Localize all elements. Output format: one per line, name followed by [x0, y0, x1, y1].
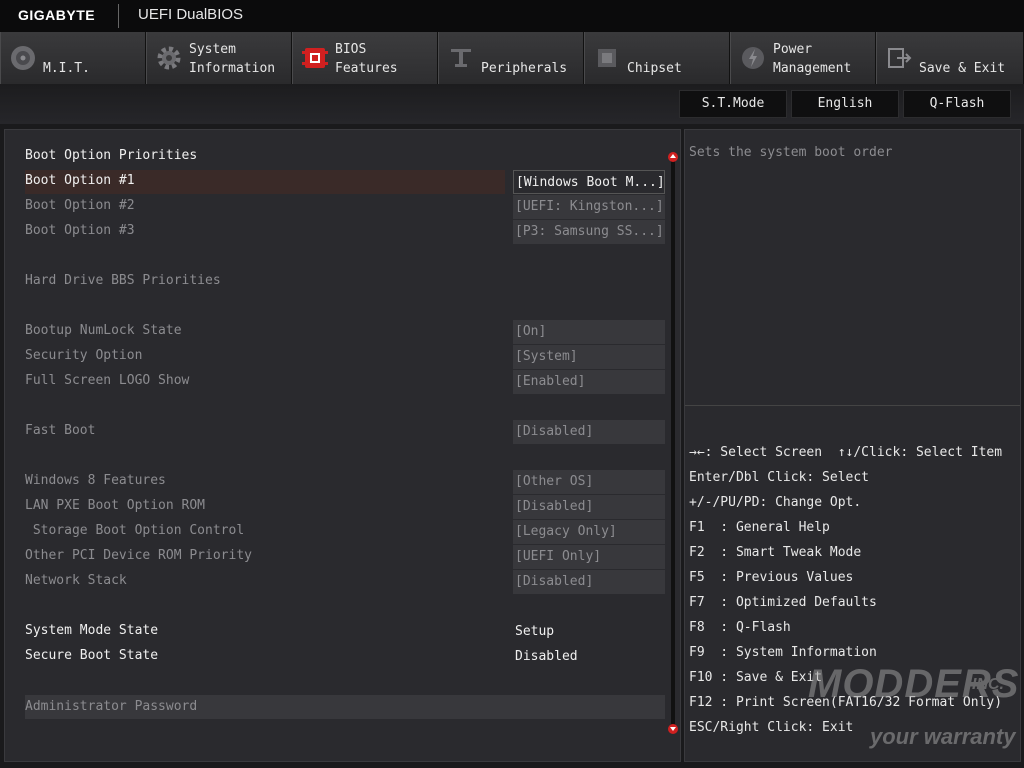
tab-label: M.I.T. — [43, 61, 90, 76]
key-hint: ESC/Right Click: Exit — [689, 720, 854, 735]
other-pci-value[interactable]: [UEFI Only] — [513, 545, 665, 569]
setting-label: Boot Option #3 — [25, 223, 135, 238]
power-icon — [742, 47, 764, 69]
key-hint: F8 : Q-Flash — [689, 620, 791, 635]
key-hint: F12 : Print Screen(FAT16/32 Format Only) — [689, 695, 1003, 710]
setting-label: Hard Drive BBS Priorities — [25, 273, 221, 288]
setting-label: Full Screen LOGO Show — [25, 373, 190, 388]
title-bar: GIGABYTE UEFI DualBIOS — [0, 0, 1024, 32]
key-hint: F2 : Smart Tweak Mode — [689, 545, 862, 560]
security-option-value[interactable]: [System] — [513, 345, 665, 369]
settings-panel: Boot Option Priorities Boot Option #1 [W… — [4, 129, 681, 762]
fast-boot-row[interactable]: Fast Boot [Disabled] — [25, 420, 665, 444]
setting-label: Bootup NumLock State — [25, 323, 182, 338]
setting-label: Storage Boot Option Control — [25, 523, 245, 538]
boot-priorities-heading: Boot Option Priorities — [25, 148, 198, 163]
tab-power-management[interactable]: Power Management — [730, 32, 876, 84]
numlock-row[interactable]: Bootup NumLock State [On] — [25, 320, 665, 344]
administrator-password-row[interactable]: Administrator Password — [25, 695, 665, 719]
boot-option-1-value[interactable]: [Windows Boot M...] — [513, 170, 665, 194]
numlock-value[interactable]: [On] — [513, 320, 665, 344]
key-hint: F9 : System Information — [689, 645, 877, 660]
key-hint: F1 : General Help — [689, 520, 830, 535]
tab-system-information[interactable]: System Information — [146, 32, 292, 84]
peripherals-icon — [451, 49, 471, 67]
setting-label: Boot Option #2 — [25, 198, 135, 213]
boot-option-3-row[interactable]: Boot Option #3 [P3: Samsung SS...] — [25, 220, 665, 244]
setting-label: Windows 8 Features — [25, 473, 166, 488]
bios-chip-icon — [302, 48, 328, 68]
other-pci-row[interactable]: Other PCI Device ROM Priority [UEFI Only… — [25, 545, 665, 569]
setting-label: Security Option — [25, 348, 143, 363]
storage-boot-value[interactable]: [Legacy Only] — [513, 520, 665, 544]
scroll-up-arrow-icon[interactable] — [668, 152, 678, 162]
boot-option-2-row[interactable]: Boot Option #2 [UEFI: Kingston...] — [25, 195, 665, 219]
windows8-features-value[interactable]: [Other OS] — [513, 470, 665, 494]
app-title: UEFI DualBIOS — [138, 6, 244, 23]
lan-pxe-row[interactable]: LAN PXE Boot Option ROM [Disabled] — [25, 495, 665, 519]
brand-logo: GIGABYTE — [18, 7, 96, 23]
tab-mit[interactable]: M.I.T. — [0, 32, 146, 84]
key-hint: Enter/Dbl Click: Select — [689, 470, 870, 485]
tab-bios-features[interactable]: BIOS Features — [292, 32, 438, 84]
system-mode-row: System Mode State Setup — [25, 620, 665, 644]
st-mode-button[interactable]: S.T.Mode — [679, 90, 787, 118]
tab-label: System Information — [189, 42, 276, 76]
scroll-down-arrow-icon[interactable] — [668, 724, 678, 734]
tab-label: Power Management — [773, 42, 852, 76]
scrollbar[interactable] — [671, 155, 675, 725]
tab-label: BIOS Features — [335, 42, 398, 76]
tab-label: Peripherals — [481, 61, 568, 76]
logo-show-row[interactable]: Full Screen LOGO Show [Enabled] — [25, 370, 665, 394]
secure-boot-value: Disabled — [515, 649, 578, 664]
security-option-row[interactable]: Security Option [System] — [25, 345, 665, 369]
key-hint: F7 : Optimized Defaults — [689, 595, 877, 610]
lan-pxe-value[interactable]: [Disabled] — [513, 495, 665, 519]
chip-icon — [598, 49, 616, 67]
setting-label: Other PCI Device ROM Priority — [25, 548, 252, 563]
setting-label: System Mode State — [25, 623, 159, 638]
key-hint: +/-/PU/PD: Change Opt. — [689, 495, 862, 510]
sub-toolbar: S.T.Mode English Q-Flash — [0, 84, 1024, 124]
key-hint: →←: Select Screen ↑↓/Click: Select Item — [689, 445, 1003, 460]
tab-chipset[interactable]: Chipset — [584, 32, 730, 84]
tab-peripherals[interactable]: Peripherals — [438, 32, 584, 84]
title-separator — [118, 4, 119, 28]
hdd-bbs-priorities-row[interactable]: Hard Drive BBS Priorities — [25, 270, 665, 294]
divider — [685, 405, 1020, 406]
key-hint: F10 : Save & Exit — [689, 670, 823, 685]
logo-show-value[interactable]: [Enabled] — [513, 370, 665, 394]
storage-boot-row[interactable]: Storage Boot Option Control [Legacy Only… — [25, 520, 665, 544]
setting-label: Network Stack — [25, 573, 127, 588]
language-button[interactable]: English — [791, 90, 899, 118]
exit-icon — [888, 48, 912, 68]
help-description: Sets the system boot order — [689, 145, 893, 160]
tab-label: Save & Exit — [919, 61, 1006, 76]
setting-label: Fast Boot — [25, 423, 96, 438]
fast-boot-value[interactable]: [Disabled] — [513, 420, 665, 444]
q-flash-button[interactable]: Q-Flash — [903, 90, 1011, 118]
setting-label: Boot Option #1 — [25, 173, 135, 188]
network-stack-row[interactable]: Network Stack [Disabled] — [25, 570, 665, 594]
gear-icon — [157, 46, 181, 70]
section-heading: Boot Option Priorities — [25, 145, 665, 169]
system-mode-value: Setup — [515, 624, 555, 639]
boot-option-2-value[interactable]: [UEFI: Kingston...] — [513, 195, 665, 219]
tab-save-exit[interactable]: Save & Exit — [876, 32, 1024, 84]
key-hint: F5 : Previous Values — [689, 570, 854, 585]
network-stack-value[interactable]: [Disabled] — [513, 570, 665, 594]
speedometer-icon — [11, 46, 35, 70]
setting-label: Secure Boot State — [25, 648, 159, 663]
help-panel: Sets the system boot order →←: Select Sc… — [684, 129, 1021, 762]
secure-boot-row: Secure Boot State Disabled — [25, 645, 665, 669]
setting-label: LAN PXE Boot Option ROM — [25, 498, 206, 513]
boot-option-3-value[interactable]: [P3: Samsung SS...] — [513, 220, 665, 244]
boot-option-1-row[interactable]: Boot Option #1 [Windows Boot M...] — [25, 170, 665, 194]
windows8-features-row[interactable]: Windows 8 Features [Other OS] — [25, 470, 665, 494]
tab-label: Chipset — [627, 61, 682, 76]
tab-bar: M.I.T. System Information BIOS Features … — [0, 32, 1024, 84]
